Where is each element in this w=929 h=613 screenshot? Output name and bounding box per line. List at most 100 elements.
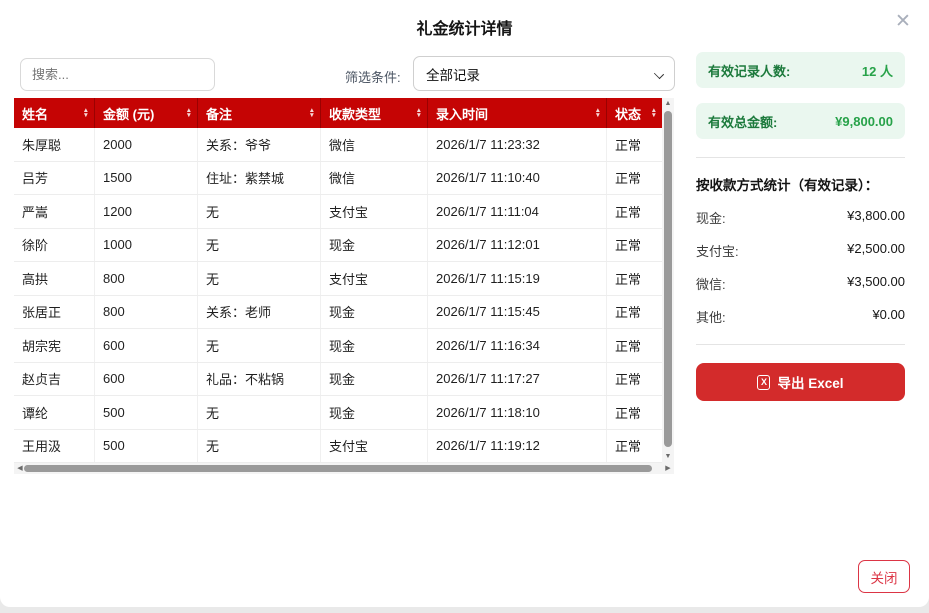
table-cell: 吕芳: [14, 162, 95, 195]
table-cell: 2026/1/7 11:18:10: [428, 396, 607, 429]
column-header-label: 收款类型: [329, 104, 381, 123]
sort-icon: ▲▼: [309, 108, 315, 118]
table-cell: 2026/1/7 11:15:19: [428, 262, 607, 295]
scroll-down-arrow-icon[interactable]: ▼: [662, 451, 674, 463]
table-row: 严嵩1200无支付宝2026/1/7 11:11:04正常: [14, 195, 674, 229]
column-header-3[interactable]: 收款类型 ▲▼: [321, 98, 428, 128]
column-header-4[interactable]: 录入时间 ▲▼: [428, 98, 607, 128]
method-row: 微信:¥3,500.00: [696, 274, 905, 293]
table-cell: 无: [198, 396, 321, 429]
method-label: 支付宝:: [696, 241, 739, 260]
table-cell: 2026/1/7 11:17:27: [428, 363, 607, 396]
chevron-down-icon: [655, 70, 663, 78]
table-cell: 正常: [607, 229, 662, 262]
table-cell: 1000: [95, 229, 198, 262]
table-cell: 正常: [607, 329, 662, 362]
column-header-0[interactable]: 姓名▲▼: [14, 98, 95, 128]
search-input[interactable]: [20, 58, 215, 91]
table-cell: 现金: [321, 296, 428, 329]
table-cell: 800: [95, 262, 198, 295]
method-value: ¥3,800.00: [847, 208, 905, 227]
table-cell: 无: [198, 430, 321, 463]
valid-count-card: 有效记录人数: 12 人: [696, 52, 905, 88]
column-header-label: 姓名: [22, 104, 48, 123]
methods-list: 现金:¥3,800.00支付宝:¥2,500.00微信:¥3,500.00其他:…: [696, 208, 905, 326]
table-cell: 支付宝: [321, 195, 428, 228]
sort-icon: ▲▼: [416, 108, 422, 118]
table-cell: 2026/1/7 11:15:45: [428, 296, 607, 329]
scroll-up-arrow-icon[interactable]: ▲: [662, 98, 674, 110]
table-cell: 正常: [607, 195, 662, 228]
column-header-label: 备注: [206, 104, 232, 123]
table-cell: 谭纶: [14, 396, 95, 429]
close-button[interactable]: 关闭: [858, 560, 910, 593]
table-cell: 关系：爷爷: [198, 128, 321, 161]
table-cell: 正常: [607, 162, 662, 195]
table-cell: 现金: [321, 396, 428, 429]
modal-title: 礼金统计详情: [0, 15, 929, 39]
vertical-scrollbar[interactable]: ▲ ▼: [662, 98, 674, 463]
horizontal-scrollbar[interactable]: ◀ ▶: [14, 463, 674, 474]
table-cell: 现金: [321, 363, 428, 396]
column-header-5[interactable]: 状态▲▼: [607, 98, 662, 128]
table-cell: 2000: [95, 128, 198, 161]
table-cell: 正常: [607, 363, 662, 396]
method-label: 其他:: [696, 307, 726, 326]
table-cell: 张居正: [14, 296, 95, 329]
table-cell: 赵贞吉: [14, 363, 95, 396]
table-cell: 2026/1/7 11:12:01: [428, 229, 607, 262]
table-cell: 朱厚聪: [14, 128, 95, 161]
table-row: 吕芳1500住址：紫禁城微信2026/1/7 11:10:40正常: [14, 162, 674, 196]
method-label: 微信:: [696, 274, 726, 293]
sort-icon: ▲▼: [186, 108, 192, 118]
table-cell: 2026/1/7 11:23:32: [428, 128, 607, 161]
table-row: 赵贞吉600礼品：不粘锅现金2026/1/7 11:17:27正常: [14, 363, 674, 397]
table-cell: 胡宗宪: [14, 329, 95, 362]
table-cell: 600: [95, 329, 198, 362]
table-cell: 1500: [95, 162, 198, 195]
sort-icon: ▲▼: [651, 108, 657, 118]
table-cell: 2026/1/7 11:16:34: [428, 329, 607, 362]
table-cell: 500: [95, 430, 198, 463]
table-cell: 600: [95, 363, 198, 396]
summary-panel: 有效记录人数: 12 人 有效总金额: ¥9,800.00 按收款方式统计（有效…: [696, 52, 905, 401]
method-row: 其他:¥0.00: [696, 307, 905, 326]
table-cell: 正常: [607, 430, 662, 463]
vertical-scrollbar-thumb[interactable]: [664, 111, 672, 447]
sort-icon: ▲▼: [595, 108, 601, 118]
valid-total-value: ¥9,800.00: [835, 114, 893, 129]
table-cell: 支付宝: [321, 430, 428, 463]
table-row: 朱厚聪2000关系：爷爷微信2026/1/7 11:23:32正常: [14, 128, 674, 162]
table-cell: 关系：老师: [198, 296, 321, 329]
panel-divider-top: [696, 157, 905, 158]
table-cell: 正常: [607, 262, 662, 295]
horizontal-scrollbar-thumb[interactable]: [24, 465, 652, 472]
table-cell: 正常: [607, 128, 662, 161]
filter-select[interactable]: 全部记录: [413, 56, 675, 91]
table-cell: 支付宝: [321, 262, 428, 295]
table-cell: 徐阶: [14, 229, 95, 262]
filter-label: 筛选条件:: [345, 67, 401, 86]
table-cell: 王用汲: [14, 430, 95, 463]
column-header-2[interactable]: 备注 ▲▼: [198, 98, 321, 128]
filter-selected-value: 全部记录: [426, 64, 480, 84]
column-header-label: 录入时间: [436, 104, 488, 123]
table-cell: 2026/1/7 11:19:12: [428, 430, 607, 463]
method-label: 现金:: [696, 208, 726, 227]
table-cell: 微信: [321, 128, 428, 161]
column-header-1[interactable]: 金额 (元)▲▼: [95, 98, 198, 128]
table-row: 谭纶500无现金2026/1/7 11:18:10正常: [14, 396, 674, 430]
excel-file-icon: X: [757, 375, 770, 390]
export-excel-label: 导出 Excel: [777, 372, 843, 392]
table-row: 高拱800无支付宝2026/1/7 11:15:19正常: [14, 262, 674, 296]
table-cell: 现金: [321, 229, 428, 262]
table-cell: 800: [95, 296, 198, 329]
table-cell: 微信: [321, 162, 428, 195]
valid-total-label: 有效总金额:: [708, 112, 777, 131]
valid-count-value: 12 人: [862, 61, 893, 80]
table-row: 王用汲500无支付宝2026/1/7 11:19:12正常: [14, 430, 674, 464]
export-excel-button[interactable]: X 导出 Excel: [696, 363, 905, 401]
table-cell: 正常: [607, 296, 662, 329]
table-cell: 1200: [95, 195, 198, 228]
scroll-right-arrow-icon[interactable]: ▶: [662, 463, 674, 474]
